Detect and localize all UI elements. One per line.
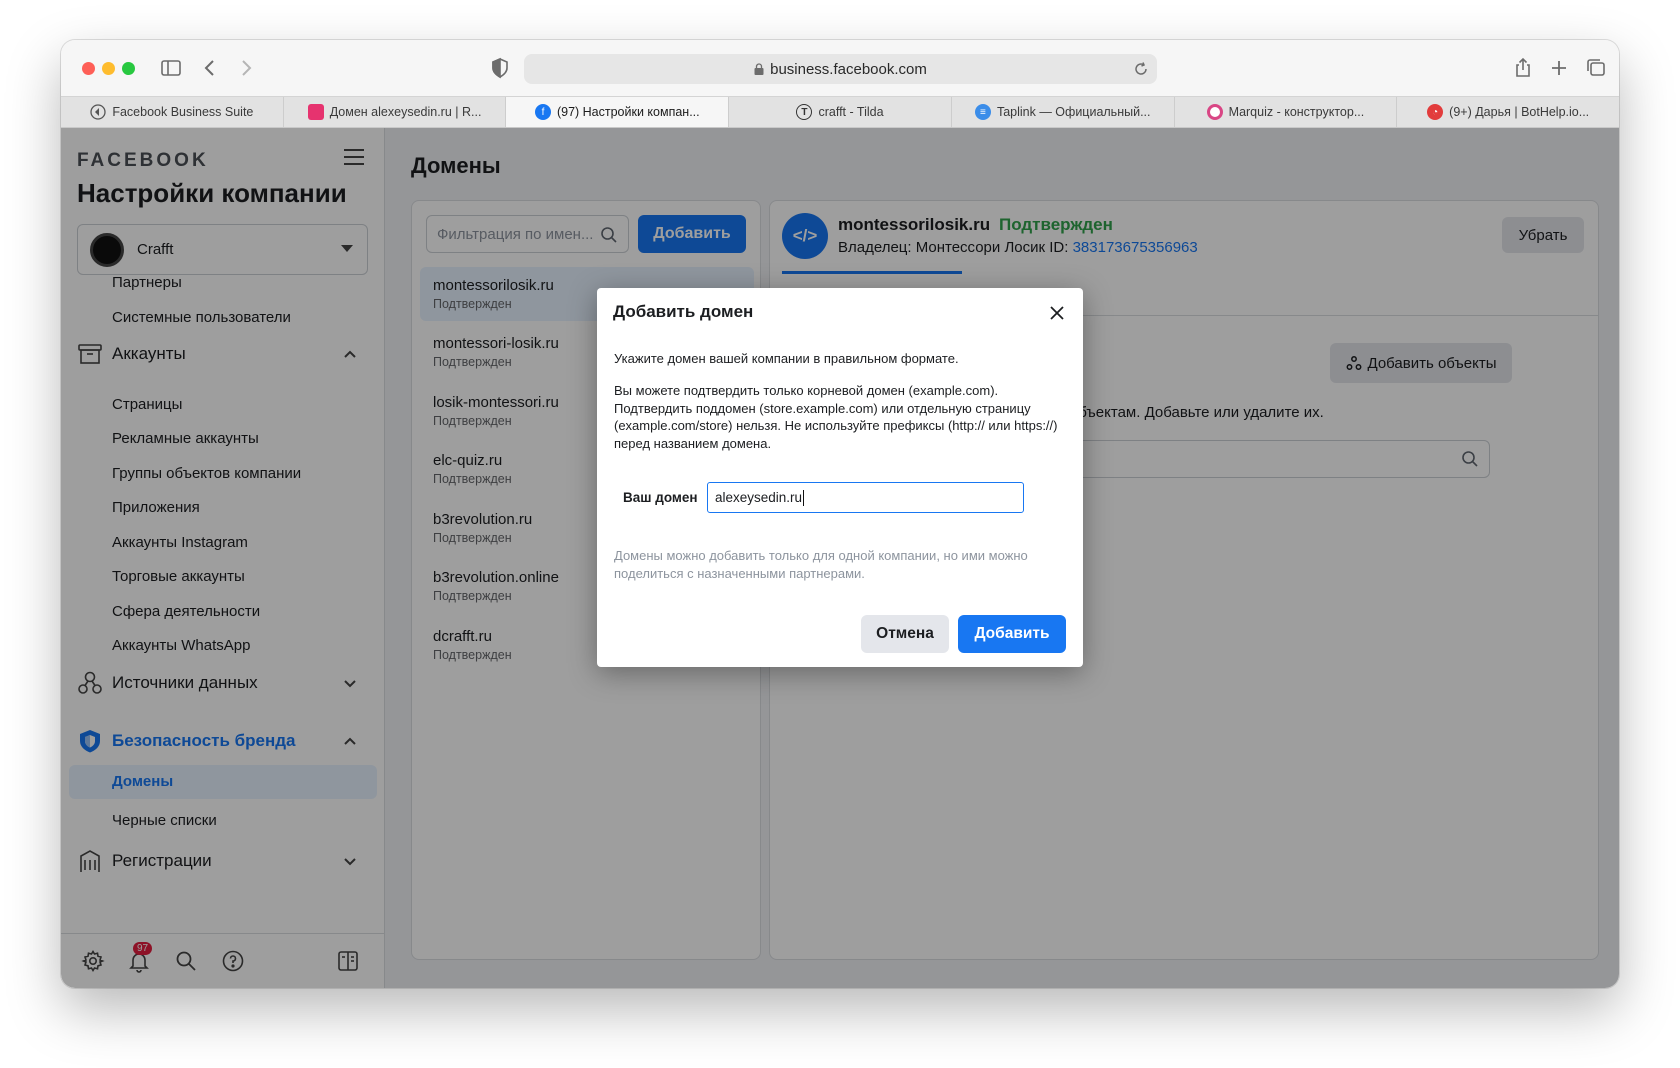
sidebar-toggle-icon[interactable] — [159, 56, 183, 80]
taplink-icon: ≡ — [974, 104, 991, 120]
privacy-shield-icon[interactable] — [488, 56, 512, 80]
cancel-button[interactable]: Отмена — [861, 615, 949, 653]
new-tab-icon[interactable] — [1547, 56, 1571, 80]
tab-bar: Facebook Business Suite Домен alexeysedi… — [61, 96, 1619, 128]
tab-domain-alexeysedin[interactable]: Домен alexeysedin.ru | R... — [284, 97, 507, 127]
tab-marquiz[interactable]: Marquiz - конструктор... — [1175, 97, 1398, 127]
tab-overview-icon[interactable] — [1584, 56, 1608, 80]
reload-icon[interactable] — [1133, 61, 1149, 77]
zoom-window-button[interactable] — [122, 62, 135, 75]
bothelp-icon: ◔ — [1427, 104, 1444, 120]
address-bar[interactable]: business.facebook.com — [524, 54, 1157, 84]
lock-icon — [754, 63, 764, 75]
dialog-title: Добавить домен — [613, 302, 754, 321]
facebook-icon: f — [534, 104, 551, 120]
tab-facebook-business-suite[interactable]: Facebook Business Suite — [61, 97, 284, 127]
tab-bothelp[interactable]: ◔ (9+) Дарья | BotHelp.io... — [1397, 97, 1619, 127]
url-text: business.facebook.com — [770, 60, 927, 78]
text-cursor — [803, 489, 805, 506]
add-domain-dialog: Добавить домен Укажите домен вашей компа… — [597, 288, 1083, 667]
domain-input[interactable]: alexeysedin.ru — [707, 482, 1024, 513]
back-arrow-icon[interactable] — [198, 56, 222, 80]
page-content: FACEBOOK Настройки компании Crafft Партн… — [61, 128, 1619, 988]
tab-taplink[interactable]: ≡ Taplink — Официальный... — [952, 97, 1175, 127]
share-icon[interactable] — [1511, 56, 1535, 80]
fb-business-icon — [90, 104, 106, 120]
tab-business-settings[interactable]: f (97) Настройки компан... — [506, 97, 730, 127]
close-window-button[interactable] — [82, 62, 95, 75]
browser-window: business.facebook.com Facebook Business … — [61, 40, 1619, 988]
submit-add-button[interactable]: Добавить — [958, 615, 1066, 653]
domain-field-label: Ваш домен — [623, 490, 698, 505]
dialog-hint: Домены можно добавить только для одной к… — [614, 548, 1028, 581]
close-icon[interactable] — [1048, 304, 1066, 322]
minimize-window-button[interactable] — [102, 62, 115, 75]
dialog-rules: Вы можете подтвердить только корневой до… — [614, 383, 1058, 451]
tab-tilda[interactable]: T crafft - Tilda — [729, 97, 952, 127]
dialog-intro: Укажите домен вашей компании в правильно… — [614, 351, 959, 366]
folder-pink-icon — [307, 104, 324, 120]
tilda-icon: T — [796, 104, 813, 120]
browser-toolbar: business.facebook.com — [61, 40, 1619, 96]
forward-arrow-icon[interactable] — [234, 56, 258, 80]
marquiz-icon — [1206, 104, 1223, 120]
